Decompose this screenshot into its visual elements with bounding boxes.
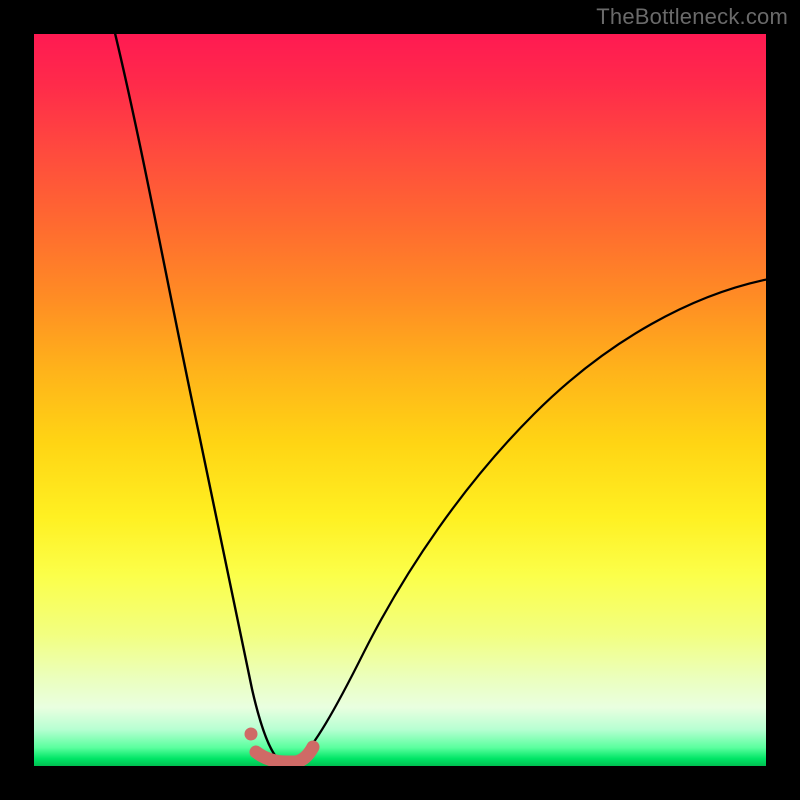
trough-band — [256, 747, 313, 762]
chart-frame: TheBottleneck.com — [0, 0, 800, 800]
left-curve — [114, 34, 277, 758]
watermark-text: TheBottleneck.com — [596, 4, 788, 30]
right-curve — [299, 279, 766, 760]
curve-overlay — [34, 34, 766, 766]
trough-marker-group — [245, 728, 313, 762]
plot-area — [34, 34, 766, 766]
trough-dot — [245, 728, 257, 740]
